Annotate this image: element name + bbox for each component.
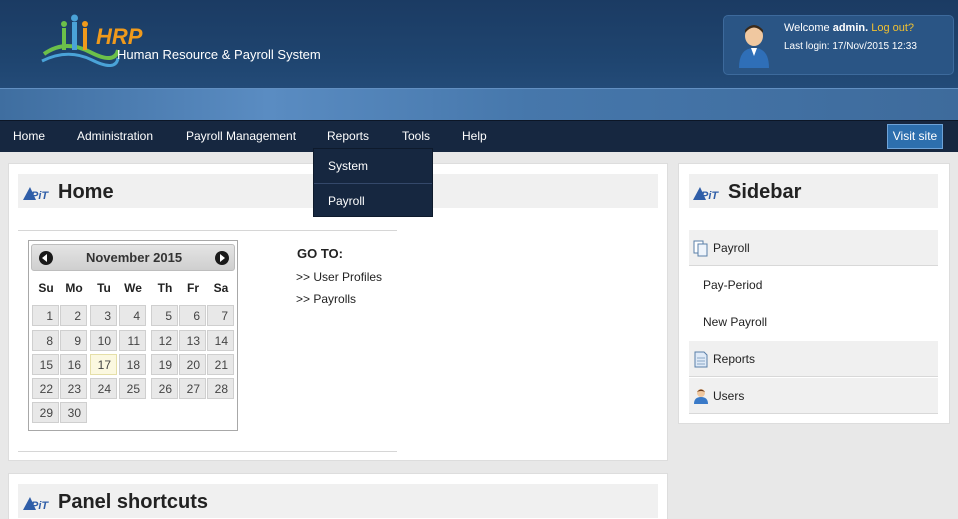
- calendar-weekday: Th: [157, 281, 173, 295]
- logo-subtitle: Human Resource & Payroll System: [117, 47, 321, 62]
- user-avatar-icon: [739, 25, 769, 68]
- pages-icon: [693, 240, 708, 257]
- calendar-day[interactable]: 2: [60, 305, 87, 326]
- calendar-day[interactable]: 16: [60, 354, 87, 375]
- calendar: November 2015 Su Mo Tu We Th Fr Sa 1 2 3 4 5 6 7 8 9 10 1…: [28, 240, 238, 431]
- calendar-month-label: November 2015: [85, 250, 183, 265]
- calendar-day[interactable]: 10: [90, 330, 117, 351]
- calendar-prev-icon[interactable]: [39, 251, 53, 265]
- logout-link[interactable]: Log out?: [871, 22, 914, 34]
- calendar-day-today[interactable]: 17: [90, 354, 117, 375]
- calendar-weekday: Mo: [65, 281, 83, 295]
- document-icon: [694, 351, 708, 368]
- calendar-day[interactable]: 15: [32, 354, 59, 375]
- calendar-next-icon[interactable]: [215, 251, 229, 265]
- sidebar-item-pay-period[interactable]: Pay-Period: [689, 267, 938, 303]
- calendar-day[interactable]: 4: [119, 305, 146, 326]
- sidebar-item-label: Payroll: [713, 241, 750, 255]
- sidebar-item-new-payroll[interactable]: New Payroll: [689, 304, 938, 340]
- calendar-day[interactable]: 13: [179, 330, 206, 351]
- reports-dropdown-menu: System Payroll: [313, 148, 433, 217]
- calendar-day[interactable]: 6: [179, 305, 206, 326]
- svg-text:PiT: PiT: [31, 500, 49, 512]
- calendar-day[interactable]: 18: [119, 354, 146, 375]
- calendar-day[interactable]: 22: [32, 378, 59, 399]
- username: admin.: [832, 22, 869, 34]
- calendar-day[interactable]: 28: [207, 378, 234, 399]
- calendar-day[interactable]: 23: [60, 378, 87, 399]
- calendar-day[interactable]: 12: [151, 330, 178, 351]
- pit-logo-icon: PiT: [23, 187, 49, 202]
- sidebar-item-label: Users: [713, 389, 745, 403]
- sidebar-item-label: Pay-Period: [703, 278, 763, 292]
- calendar-weekday: We: [124, 281, 142, 295]
- nav-item-payroll-management[interactable]: Payroll Management: [186, 121, 296, 152]
- svg-text:PiT: PiT: [31, 190, 49, 202]
- calendar-day[interactable]: 3: [90, 305, 117, 326]
- dropdown-item-payroll[interactable]: Payroll: [314, 184, 432, 218]
- nav-item-help[interactable]: Help: [462, 121, 487, 152]
- goto-link-payrolls[interactable]: >> Payrolls: [296, 292, 356, 306]
- shortcuts-panel-title: Panel shortcuts: [58, 491, 209, 513]
- home-panel-title: Home: [58, 181, 114, 203]
- calendar-day[interactable]: 19: [151, 354, 178, 375]
- calendar-day[interactable]: 30: [60, 402, 87, 423]
- pit-logo-icon: PiT: [23, 497, 49, 512]
- calendar-day[interactable]: 24: [90, 378, 117, 399]
- calendar-day[interactable]: 9: [60, 330, 87, 351]
- nav-item-administration[interactable]: Administration: [77, 121, 153, 152]
- calendar-day[interactable]: 26: [151, 378, 178, 399]
- sidebar-title: Sidebar: [728, 181, 802, 203]
- sidebar-item-payroll[interactable]: Payroll: [689, 230, 938, 266]
- pit-logo-icon: PiT: [693, 187, 719, 202]
- calendar-weekday: Tu: [97, 281, 111, 295]
- calendar-day[interactable]: 7: [207, 305, 234, 326]
- dropdown-item-system[interactable]: System: [314, 149, 432, 183]
- calendar-day[interactable]: 8: [32, 330, 59, 351]
- main-nav: Home Administration Payroll Management R…: [0, 120, 958, 152]
- calendar-weekday: Sa: [213, 281, 229, 295]
- goto-title: GO TO:: [297, 246, 343, 261]
- sidebar-header: [689, 174, 938, 208]
- calendar-day[interactable]: 14: [207, 330, 234, 351]
- user-icon: [694, 389, 708, 404]
- calendar-day[interactable]: 1: [32, 305, 59, 326]
- app-header: HRP Human Resource & Payroll System Welc…: [0, 0, 958, 88]
- calendar-day[interactable]: 29: [32, 402, 59, 423]
- calendar-day[interactable]: 25: [119, 378, 146, 399]
- sidebar-item-users[interactable]: Users: [689, 378, 938, 414]
- goto-link-user-profiles[interactable]: >> User Profiles: [296, 270, 382, 284]
- svg-text:PiT: PiT: [701, 190, 719, 202]
- sidebar-item-label: Reports: [713, 352, 756, 366]
- nav-item-home[interactable]: Home: [13, 121, 45, 152]
- calendar-day[interactable]: 21: [207, 354, 234, 375]
- calendar-day[interactable]: 27: [179, 378, 206, 399]
- last-login-text: Last login: 17/Nov/2015 12:33: [784, 41, 917, 52]
- calendar-header: November 2015: [31, 244, 235, 271]
- header-band: [0, 88, 958, 120]
- divider: [18, 451, 397, 452]
- sidebar-item-label: New Payroll: [703, 315, 768, 329]
- welcome-prefix: Welcome: [784, 22, 830, 34]
- calendar-weekday: Su: [38, 281, 54, 295]
- calendar-day[interactable]: 11: [119, 330, 146, 351]
- calendar-weekday: Fr: [187, 281, 199, 295]
- sidebar-item-reports[interactable]: Reports: [689, 341, 938, 377]
- welcome-box: Welcome admin. Log out? Last login: 17/N…: [723, 15, 954, 75]
- welcome-text: Welcome admin. Log out?: [784, 22, 914, 34]
- calendar-day[interactable]: 5: [151, 305, 178, 326]
- calendar-day[interactable]: 20: [179, 354, 206, 375]
- visit-site-button[interactable]: Visit site: [887, 124, 943, 149]
- divider: [18, 230, 397, 231]
